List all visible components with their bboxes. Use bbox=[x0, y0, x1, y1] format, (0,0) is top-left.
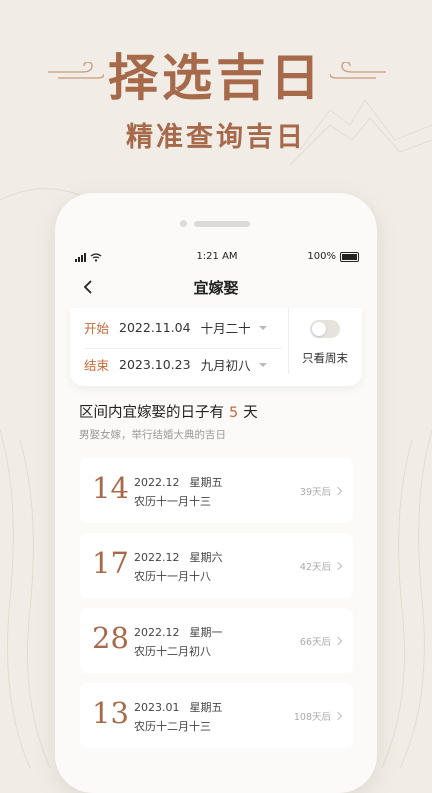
start-date-row[interactable]: 开始 2022.11.04 十月二十 bbox=[84, 316, 267, 338]
weekday-label: 星期一 bbox=[189, 626, 223, 639]
chevron-right-icon bbox=[333, 636, 343, 646]
start-label: 开始 bbox=[84, 320, 110, 336]
lunar-date: 农历十一月十八 bbox=[134, 570, 211, 583]
list-item[interactable]: 13 2023.01 星期五 农历十二月十三 108天后 bbox=[80, 683, 353, 748]
month-label: 2023.01 bbox=[134, 701, 180, 714]
month-label: 2022.12 bbox=[134, 626, 180, 639]
battery-percent: 100% bbox=[307, 251, 336, 262]
lunar-date: 农历十一月十三 bbox=[134, 495, 211, 508]
auspicious-days-list: 14 2022.12 星期五 农历十一月十三 39天后 17 2022.12 星期六… bbox=[80, 458, 353, 758]
end-lunar: 九月初八 bbox=[200, 357, 251, 373]
chevron-right-icon bbox=[333, 486, 343, 496]
lunar-date: 农历十二月初八 bbox=[134, 645, 211, 658]
month-label: 2022.12 bbox=[134, 476, 180, 489]
days-after: 66天后 bbox=[299, 637, 331, 648]
divider bbox=[288, 308, 289, 374]
promo-headline: 择选吉日 bbox=[108, 48, 324, 107]
lunar-date: 农历十二月十三 bbox=[134, 720, 211, 733]
summary-count: 5 bbox=[229, 405, 239, 421]
toggle-knob bbox=[312, 322, 326, 336]
nav-bar: 宜嫁娶 bbox=[55, 275, 377, 299]
end-date: 2023.10.23 bbox=[119, 356, 191, 372]
day-number: 17 bbox=[92, 546, 129, 580]
chevron-right-icon bbox=[333, 561, 343, 571]
battery-icon bbox=[340, 251, 359, 262]
chevron-down-icon bbox=[258, 363, 267, 367]
divider bbox=[84, 348, 282, 349]
summary-subtitle: 男娶女嫁，举行结婚大典的吉日 bbox=[79, 429, 226, 441]
chevron-down-icon bbox=[258, 326, 267, 330]
summary-prefix: 区间内宜嫁娶的日子有 bbox=[79, 405, 224, 421]
weekend-only-toggle[interactable] bbox=[310, 320, 340, 338]
weekday-label: 星期六 bbox=[189, 551, 223, 564]
end-date-row[interactable]: 结束 2023.10.23 九月初八 bbox=[84, 353, 267, 375]
days-after: 108天后 bbox=[293, 712, 331, 723]
chevron-right-icon bbox=[333, 711, 343, 721]
day-number: 28 bbox=[92, 621, 129, 655]
list-item[interactable]: 28 2022.12 星期一 农历十二月初八 66天后 bbox=[80, 608, 353, 673]
speaker-grille bbox=[194, 221, 250, 227]
day-number: 14 bbox=[92, 471, 129, 505]
weekend-only-label: 只看周末 bbox=[302, 351, 348, 365]
date-range-card: 开始 2022.11.04 十月二十 结束 2023.10.23 九月初八 只看… bbox=[70, 308, 362, 386]
promo-subline: 精准查询吉日 bbox=[126, 122, 306, 153]
list-item[interactable]: 14 2022.12 星期五 农历十一月十三 39天后 bbox=[80, 458, 353, 523]
summary-suffix: 天 bbox=[243, 405, 258, 421]
days-after: 42天后 bbox=[299, 562, 331, 573]
page-title: 宜嫁娶 bbox=[193, 279, 239, 297]
start-lunar: 十月二十 bbox=[200, 320, 251, 336]
month-label: 2022.12 bbox=[134, 551, 180, 564]
start-date: 2022.11.04 bbox=[119, 319, 191, 335]
end-label: 结束 bbox=[84, 357, 110, 373]
list-item[interactable]: 17 2022.12 星期六 农历十一月十八 42天后 bbox=[80, 533, 353, 598]
result-summary: 区间内宜嫁娶的日子有 5 天 bbox=[79, 401, 258, 422]
day-number: 13 bbox=[92, 696, 129, 730]
camera-dot bbox=[180, 220, 187, 227]
status-bar: 1:21 AM 100% bbox=[75, 251, 359, 265]
weekday-label: 星期五 bbox=[189, 701, 223, 714]
phone-mockup: 1:21 AM 100% 宜嫁娶 开始 2022.11.04 十月二十 结束 2… bbox=[55, 193, 377, 793]
days-after: 39天后 bbox=[299, 487, 331, 498]
weekday-label: 星期五 bbox=[189, 476, 223, 489]
